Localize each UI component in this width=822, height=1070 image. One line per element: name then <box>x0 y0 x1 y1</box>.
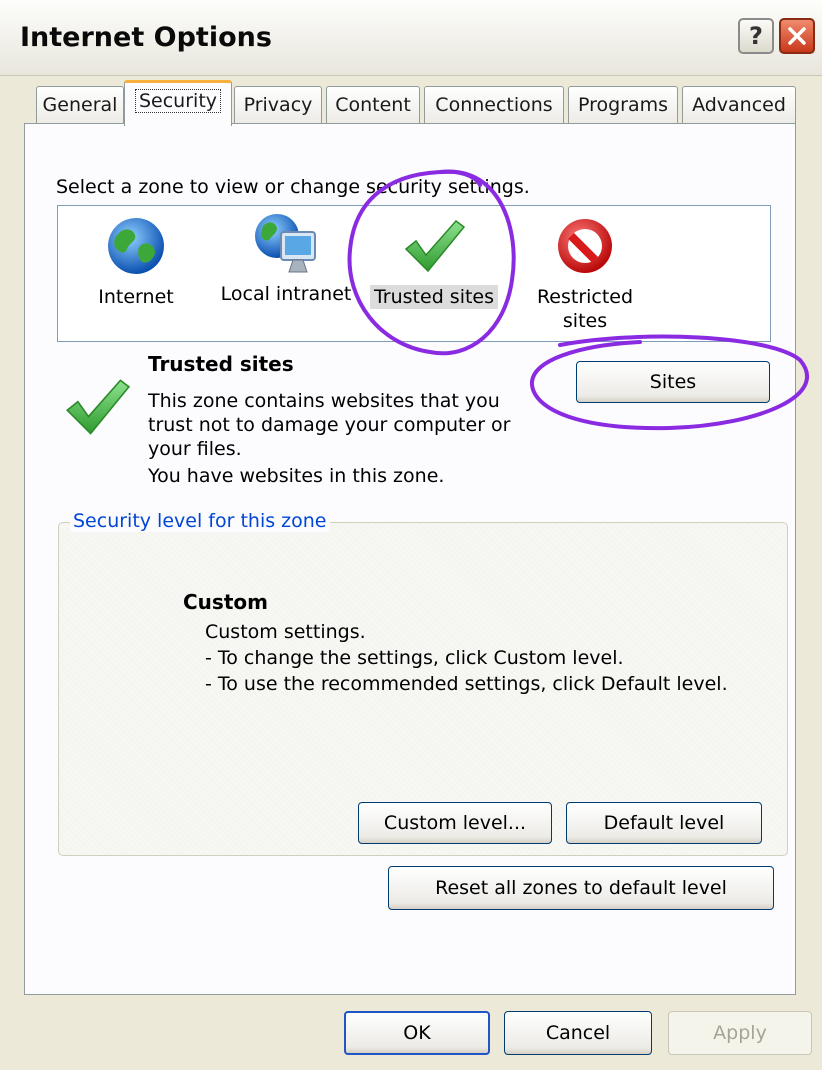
selected-zone-status: You have websites in this zone. <box>148 465 445 487</box>
window-title: Internet Options <box>20 22 272 53</box>
custom-line-3: - To use the recommended settings, click… <box>205 673 728 695</box>
ok-button[interactable]: OK <box>344 1011 490 1055</box>
zone-restricted-label-line2: sites <box>562 310 608 332</box>
prohibited-icon <box>558 219 612 273</box>
custom-level-button[interactable]: Custom level... <box>358 802 552 844</box>
globe-icon <box>108 218 164 274</box>
tab-security-label: Security <box>134 89 222 113</box>
cancel-button-label: Cancel <box>545 1022 611 1044</box>
reset-all-zones-button[interactable]: Reset all zones to default level <box>388 866 774 910</box>
custom-line-1: Custom settings. <box>205 621 366 643</box>
security-level-name: Custom <box>183 590 268 614</box>
help-button[interactable]: ? <box>738 18 774 54</box>
sites-button-label: Sites <box>649 371 697 393</box>
close-icon <box>788 27 806 45</box>
zone-trusted-sites[interactable]: Trusted sites <box>366 215 502 309</box>
custom-line-2: - To change the settings, click Custom l… <box>205 647 624 669</box>
cancel-button[interactable]: Cancel <box>504 1011 652 1055</box>
trusted-sites-checkmark-icon <box>65 379 131 435</box>
default-level-button[interactable]: Default level <box>566 802 762 844</box>
tab-security[interactable]: Security <box>124 80 232 126</box>
tab-programs[interactable]: Programs <box>568 86 678 124</box>
apply-button[interactable]: Apply <box>668 1011 812 1055</box>
tab-connections-label: Connections <box>435 94 553 116</box>
tab-general-label: General <box>42 94 118 116</box>
internet-options-dialog: Internet Options ? General Security Priv… <box>0 0 822 1070</box>
close-button[interactable] <box>779 18 815 54</box>
zone-local-intranet-label: Local intranet <box>220 283 352 305</box>
help-icon: ? <box>749 22 763 50</box>
tab-content[interactable]: Content <box>326 86 420 124</box>
zone-local-intranet[interactable]: Local intranet <box>212 210 360 306</box>
selected-zone-title: Trusted sites <box>148 352 294 376</box>
tab-privacy[interactable]: Privacy <box>234 86 322 124</box>
zone-internet[interactable]: Internet <box>88 215 184 309</box>
intranet-globe-monitor-icon <box>255 214 316 273</box>
zone-prompt: Select a zone to view or change security… <box>56 176 530 198</box>
zone-restricted-sites[interactable]: Restricted sites <box>530 215 640 333</box>
tab-privacy-label: Privacy <box>243 94 313 116</box>
checkmark-icon <box>404 219 466 273</box>
custom-level-button-label: Custom level... <box>383 812 527 834</box>
zone-internet-label: Internet <box>98 286 174 308</box>
title-bar: Internet Options ? <box>0 0 822 76</box>
default-level-button-label: Default level <box>603 812 725 834</box>
zone-trusted-sites-label: Trusted sites <box>369 285 499 309</box>
tab-content-label: Content <box>335 94 411 116</box>
zone-restricted-label-line1: Restricted <box>536 286 634 308</box>
tab-advanced-label: Advanced <box>692 94 786 116</box>
selected-zone-description: This zone contains websites that you tru… <box>148 390 511 460</box>
tab-general[interactable]: General <box>36 86 124 124</box>
security-level-legend: Security level for this zone <box>70 510 330 532</box>
reset-all-zones-button-label: Reset all zones to default level <box>435 877 727 899</box>
tab-programs-label: Programs <box>577 94 669 116</box>
security-level-description: Custom settings. - To change the setting… <box>205 619 728 697</box>
ok-button-label: OK <box>403 1022 431 1044</box>
tab-connections[interactable]: Connections <box>424 86 564 124</box>
tab-advanced[interactable]: Advanced <box>682 86 796 124</box>
apply-button-label: Apply <box>713 1022 767 1044</box>
sites-button[interactable]: Sites <box>576 361 770 403</box>
